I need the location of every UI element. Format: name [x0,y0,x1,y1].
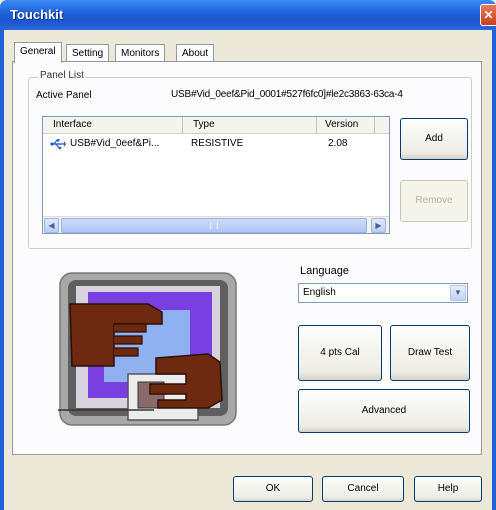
language-dropdown-button[interactable]: ▼ [450,285,466,301]
interface-cell: USB#Vid_0eef&Pi... [70,138,160,149]
type-cell: RESISTIVE [191,138,244,149]
window-border-left [0,30,4,510]
title-bar[interactable]: Touchkit ✕ [0,0,496,30]
tab-setting[interactable]: Setting [66,44,110,62]
cancel-button[interactable]: Cancel [322,476,404,502]
window-title: Touchkit [10,7,64,22]
chevron-down-icon: ▼ [454,288,462,297]
language-select[interactable]: English ▼ [298,283,468,303]
four-points-calibration-button[interactable]: 4 pts Cal [298,325,382,381]
language-selected-value: English [303,287,336,298]
tab-monitors[interactable]: Monitors [115,44,166,62]
tab-general[interactable]: General [14,42,62,63]
draw-test-button[interactable]: Draw Test [390,325,470,381]
column-header-interface[interactable]: Interface [43,117,183,134]
active-panel-label: Active Panel [36,90,92,101]
usb-icon [50,139,66,150]
ok-button[interactable]: OK [233,476,313,502]
close-icon: ✕ [483,8,494,22]
panel-list-view[interactable]: Interface Type Version USB#Vid_0eef&Pi..… [42,116,390,234]
active-panel-value: USB#Vid_0eef&Pid_0001#527f6fc0]#le2c3863… [171,89,403,100]
touch-panel-illustration [58,270,238,428]
scroll-right-button[interactable]: ▶ [371,218,386,233]
scroll-left-button[interactable]: ◀ [44,218,59,233]
chevron-left-icon: ◀ [48,221,55,230]
close-button[interactable]: ✕ [480,4,496,26]
window-border-right [492,30,496,510]
language-label: Language [300,265,349,277]
panel-list-group-label: Panel List [38,70,86,81]
version-cell: 2.08 [328,138,348,149]
help-button[interactable]: Help [414,476,482,502]
scroll-thumb[interactable] [61,218,367,233]
list-header: Interface Type Version [43,117,389,134]
list-item[interactable]: USB#Vid_0eef&Pi... RESISTIVE 2.08 [43,136,389,152]
tab-about[interactable]: About [176,44,215,62]
add-button[interactable]: Add [400,118,468,160]
horizontal-scrollbar[interactable]: ◀ ▶ [43,216,389,233]
column-header-type[interactable]: Type [183,117,317,134]
remove-button[interactable]: Remove [400,180,468,222]
advanced-button[interactable]: Advanced [298,389,470,433]
scroll-grip [210,222,218,229]
column-header-version[interactable]: Version [317,117,375,134]
chevron-right-icon: ▶ [375,221,382,230]
